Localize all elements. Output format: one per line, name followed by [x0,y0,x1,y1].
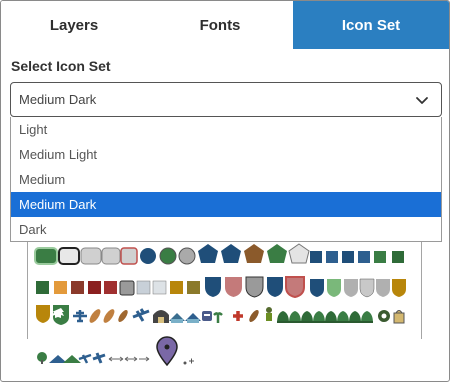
plus-icon [189,358,194,364]
square-blue-icon [326,251,338,263]
pentagon-blue-icon [198,244,218,263]
square-orange-icon [54,281,67,294]
pentagon-light-icon [288,243,310,264]
square-green-icon [36,281,49,294]
tab-bar: Layers Fonts Icon Set [1,1,449,49]
square-gold-icon [170,281,183,294]
square-gold-icon [187,281,200,294]
airplane-icon [92,352,106,364]
option-medium-dark[interactable]: Medium Dark [11,192,441,217]
square-light-icon [136,280,151,295]
bag-icon [393,310,405,324]
location-pin-icon [156,336,178,367]
shield-gray-icon [245,276,264,298]
square-blue-icon [310,251,322,263]
airplane-icon [132,308,150,322]
icon-row-2 [36,276,406,299]
shield-gray-icon [376,279,390,297]
square-green-icon [392,251,404,263]
square-blue-icon [342,251,354,263]
circle-green-icon [159,247,177,265]
leaf-icon [118,310,128,322]
rounded-rect-dark-icon [58,247,80,265]
tunnel-door-icon [158,317,164,323]
tree-row-icon [277,311,373,323]
square-gray-icon [119,280,135,296]
icon-set-panel: Layers Fonts Icon Set Select Icon Set Me… [0,0,450,382]
leaf-icon [249,310,259,322]
arrow-icon [139,356,150,362]
option-dark[interactable]: Dark [11,217,441,242]
square-green-icon [374,251,386,263]
airplane-icon [78,353,92,364]
house-body-icon [171,319,183,323]
chevron-down-icon [416,97,428,104]
arrow-icon [108,356,124,362]
cross-icon [233,311,243,321]
badge-gold-icon [36,305,50,323]
icon-row-4 [37,336,194,367]
square-dark-red-icon [104,281,117,294]
shield-blue-icon [310,279,324,297]
tree-ground-icon [277,321,373,323]
option-light[interactable]: Light [11,117,441,142]
icon-row-1 [34,243,404,265]
rounded-rect-red-outline-icon [120,247,138,265]
airplane-icon [73,310,87,323]
select-icon-set-label: Select Icon Set [11,58,111,74]
leaf-icon [103,309,115,323]
pentagon-green-icon [267,244,287,263]
shield-gray-icon [344,279,358,297]
soldier-body-icon [266,313,272,321]
soldier-icon [266,307,272,313]
square-red-icon [88,281,101,294]
icon-preview-canvas [34,243,406,367]
tent-icon [49,355,67,363]
shield-blue-icon [205,277,221,297]
icon-row-3 [36,305,405,325]
square-light-icon [152,280,167,295]
circle-blue-icon [140,248,156,264]
leaf-icon [89,309,101,323]
house-body-icon [187,319,199,323]
tab-icon-set[interactable]: Icon Set [293,1,449,49]
tab-fonts[interactable]: Fonts [147,1,293,49]
icon-preview-area [1,241,449,381]
pentagon-brown-icon [244,244,264,263]
small-dot-icon [183,361,187,365]
shield-green-icon [327,279,341,297]
square-blue-icon [358,251,370,263]
tree-trunk-icon [41,360,43,364]
location-pin-dot-icon [164,344,170,350]
pentagon-blue-icon [221,244,241,263]
rounded-rect-gray-icon [101,247,121,265]
square-brown-icon [71,281,84,294]
tab-layers[interactable]: Layers [1,1,147,49]
shield-red-outline-icon [285,276,305,299]
shield-gray-icon [359,278,375,298]
plant-icon [213,312,223,323]
arrow-icon [124,356,138,362]
rounded-rect-gray-icon [80,247,102,265]
circle-gray-icon [178,247,196,265]
option-medium[interactable]: Medium [11,167,441,192]
tent-icon [63,355,81,363]
icon-set-dropdown: Light Medium Light Medium Medium Dark Da… [10,117,442,242]
option-medium-light[interactable]: Medium Light [11,142,441,167]
shield-red-icon [225,277,242,297]
shield-gold-icon [392,279,406,297]
robot-eyes-icon [204,314,210,316]
flower-center-icon [381,313,387,319]
icon-set-select[interactable]: Medium Dark [10,82,442,117]
shield-blue-icon [267,277,283,297]
rounded-rect-green-icon [34,247,58,265]
icon-set-select-value: Medium Dark [19,92,97,107]
